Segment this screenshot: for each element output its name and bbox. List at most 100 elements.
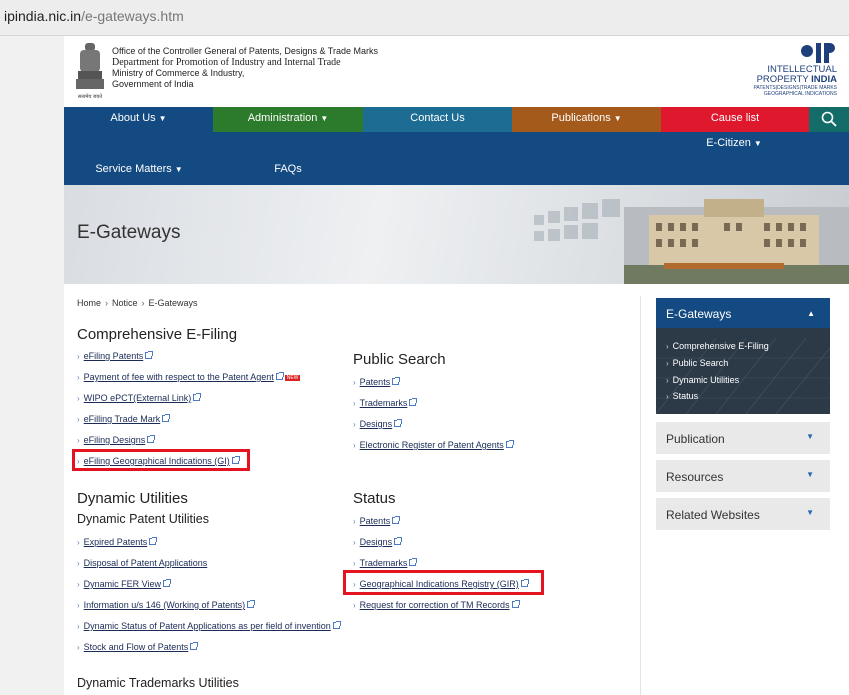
stock-flow-link[interactable]: › Stock and Flow of Patents <box>77 642 199 652</box>
status-trademarks-link[interactable]: › Trademarks <box>353 558 418 568</box>
status-designs-link[interactable]: › Designs <box>353 537 403 547</box>
banner-building-image <box>534 199 849 284</box>
ip-india-logo[interactable]: INTELLECTUAL PROPERTY INDIA PATENTS|DESI… <box>747 41 837 103</box>
search-icon <box>821 111 837 127</box>
caret-down-icon: ▼ <box>806 508 814 517</box>
sidebar-related-websites[interactable]: Related Websites ▼ <box>656 498 830 530</box>
caret-down-icon: ▼ <box>613 114 622 123</box>
efiling-heading: Comprehensive E-Filing <box>77 326 238 343</box>
search-button[interactable] <box>809 107 849 132</box>
external-link-icon <box>190 642 199 650</box>
external-link-icon <box>394 419 403 427</box>
caret-down-icon: ▼ <box>174 165 183 174</box>
nav-cause-list[interactable]: Cause list <box>661 107 809 132</box>
external-link-icon <box>193 393 202 401</box>
nav-publications[interactable]: Publications ▼ <box>512 107 661 132</box>
breadcrumb-current: E-Gateways <box>148 298 198 308</box>
org-line-1: Office of the Controller General of Pate… <box>112 46 378 56</box>
sidebar-link-dynamic-utilities[interactable]: › Dynamic Utilities <box>666 375 739 385</box>
sidebar-e-gateways: E-Gateways ▲ › Comprehensive E-Filing › Pu… <box>656 298 830 414</box>
address-bar[interactable]: ipindia.nic.in/e-gateways.htm <box>0 0 849 36</box>
sidebar-related-label: Related Websites <box>666 508 760 522</box>
page: सत्यमेव जयते Office of the Controller Ge… <box>64 36 849 695</box>
sidebar-e-gateways-header[interactable]: E-Gateways ▲ <box>656 298 830 328</box>
nav-about-us[interactable]: About Us ▼ <box>64 107 213 132</box>
working-of-patents-link[interactable]: › Information u/s 146 (Working of Patents… <box>77 600 256 610</box>
external-link-icon <box>247 600 256 608</box>
sidebar-publication-label: Publication <box>666 432 725 446</box>
dynamic-utilities-heading: Dynamic Utilities <box>77 490 188 507</box>
efiling-designs-link[interactable]: › eFiling Designs <box>77 435 156 445</box>
external-link-icon <box>332 621 341 629</box>
patent-agents-register-link[interactable]: › Electronic Register of Patent Agents <box>353 440 514 450</box>
url-text[interactable]: ipindia.nic.in/e-gateways.htm <box>4 8 184 24</box>
org-line-2: Department for Promotion of Industry and… <box>112 57 341 68</box>
patent-agent-fee-link[interactable]: › Payment of fee with respect to the Pate… <box>77 372 301 382</box>
disposal-link[interactable]: › Disposal of Patent Applications <box>77 558 207 568</box>
logo-line-2a: PROPERTY <box>756 74 809 85</box>
chevron-right-icon: › <box>141 298 145 308</box>
breadcrumb-home[interactable]: Home <box>77 298 101 308</box>
sidebar-resources[interactable]: Resources ▼ <box>656 460 830 492</box>
nav-e-citizen[interactable]: E-Citizen ▼ <box>684 132 784 157</box>
chevron-right-icon: › <box>105 298 109 308</box>
nav-contact-label: Contact Us <box>410 112 465 124</box>
main-nav: About Us ▼ Administration ▼ Contact Us Pub… <box>64 107 849 185</box>
site-header: सत्यमेव जयते Office of the Controller Ge… <box>64 36 849 107</box>
sidebar-link-status[interactable]: › Status <box>666 391 698 401</box>
nav-service-matters[interactable]: Service Matters ▼ <box>64 157 214 182</box>
external-link-icon <box>511 600 520 608</box>
nav-service-label: Service Matters <box>95 163 172 175</box>
public-trademarks-link[interactable]: › Trademarks <box>353 398 418 408</box>
external-link-icon <box>145 351 154 359</box>
highlight-box-gir <box>343 570 544 595</box>
external-link-icon <box>275 372 284 380</box>
wipo-epct-link[interactable]: › WIPO ePCT(External Link) <box>77 393 202 403</box>
status-patents-link[interactable]: › Patents <box>353 516 401 526</box>
sidebar-link-public-search[interactable]: › Public Search <box>666 358 728 368</box>
column-divider <box>640 296 641 695</box>
dynamic-trademarks-utilities-heading: Dynamic Trademarks Utilities <box>77 676 239 690</box>
page-title: E-Gateways <box>77 222 181 243</box>
caret-down-icon: ▼ <box>806 470 814 479</box>
efiling-trademark-link[interactable]: › eFilling Trade Mark <box>77 414 171 424</box>
logo-line-2b: INDIA <box>811 74 837 85</box>
external-link-icon <box>392 377 401 385</box>
logo-line-4: GEOGRAPHICAL INDICATIONS <box>763 91 837 97</box>
external-link-icon <box>505 440 514 448</box>
nav-administration[interactable]: Administration ▼ <box>213 107 363 132</box>
external-link-icon <box>394 537 403 545</box>
sidebar-publication[interactable]: Publication ▼ <box>656 422 830 454</box>
status-by-field-link[interactable]: › Dynamic Status of Patent Applications a… <box>77 621 341 631</box>
external-link-icon <box>147 435 156 443</box>
nav-admin-label: Administration <box>247 112 318 124</box>
external-link-icon <box>409 398 418 406</box>
emblem-icon[interactable]: सत्यमेव जयते <box>72 41 108 101</box>
sidebar-e-gateways-title: E-Gateways <box>666 307 732 321</box>
highlight-box-gi <box>72 449 250 471</box>
caret-up-icon: ▲ <box>807 309 815 318</box>
external-link-icon <box>162 414 171 422</box>
caret-down-icon: ▼ <box>753 139 762 148</box>
fer-view-link[interactable]: › Dynamic FER View <box>77 579 172 589</box>
expired-patents-link[interactable]: › Expired Patents <box>77 537 158 547</box>
public-patents-link[interactable]: › Patents <box>353 377 401 387</box>
caret-down-icon: ▼ <box>320 114 329 123</box>
caret-down-icon: ▼ <box>158 114 167 123</box>
org-line-4: Government of India <box>112 79 194 89</box>
public-designs-link[interactable]: › Designs <box>353 419 403 429</box>
emblem-motto: सत्यमेव जयते <box>78 93 102 100</box>
nav-faq-label: FAQs <box>274 163 302 175</box>
tm-correction-link[interactable]: › Request for correction of TM Records <box>353 600 520 610</box>
nav-about-label: About Us <box>110 112 156 124</box>
breadcrumb-notice[interactable]: Notice <box>112 298 138 308</box>
efiling-patents-link[interactable]: › eFiling Patents <box>77 351 154 361</box>
sidebar-link-efiling[interactable]: › Comprehensive E-Filing <box>666 341 769 351</box>
external-link-icon <box>163 579 172 587</box>
nav-contact-us[interactable]: Contact Us <box>363 107 512 132</box>
nav-cause-label: Cause list <box>710 112 760 124</box>
nav-faqs[interactable]: FAQs <box>214 157 362 182</box>
caret-down-icon: ▼ <box>806 432 814 441</box>
nav-ecitizen-label: E-Citizen <box>706 137 751 149</box>
nav-publications-label: Publications <box>551 112 611 124</box>
